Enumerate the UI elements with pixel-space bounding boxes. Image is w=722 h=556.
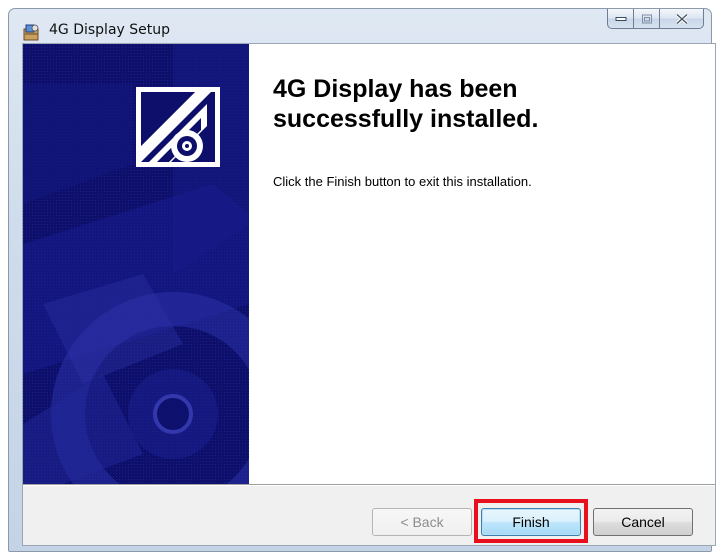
page-title: 4G Display has been successfully install… — [273, 75, 539, 133]
instruction-text: Click the Finish button to exit this ins… — [273, 174, 532, 189]
minimize-button[interactable] — [607, 9, 634, 29]
banner-image — [23, 44, 249, 484]
setup-window: 4G Display Setup 4G Display has been suc… — [8, 8, 716, 552]
finish-highlight-box — [474, 499, 588, 543]
wizard-page: 4G Display has been successfully install… — [22, 43, 716, 546]
cancel-button[interactable]: Cancel — [593, 508, 693, 536]
maximize-icon — [641, 14, 652, 23]
back-button[interactable]: < Back — [372, 508, 472, 536]
maximize-button[interactable] — [634, 9, 660, 29]
installer-cd-logo — [136, 87, 220, 167]
button-bar: < Back Finish Cancel — [23, 486, 715, 545]
close-icon — [675, 13, 688, 24]
window-title: 4G Display Setup — [49, 22, 171, 38]
content-panel: 4G Display has been successfully install… — [249, 44, 715, 484]
title-bar[interactable]: 4G Display Setup — [9, 9, 711, 43]
installer-icon — [23, 23, 41, 41]
minimize-icon — [615, 16, 626, 21]
close-button[interactable] — [660, 9, 704, 29]
